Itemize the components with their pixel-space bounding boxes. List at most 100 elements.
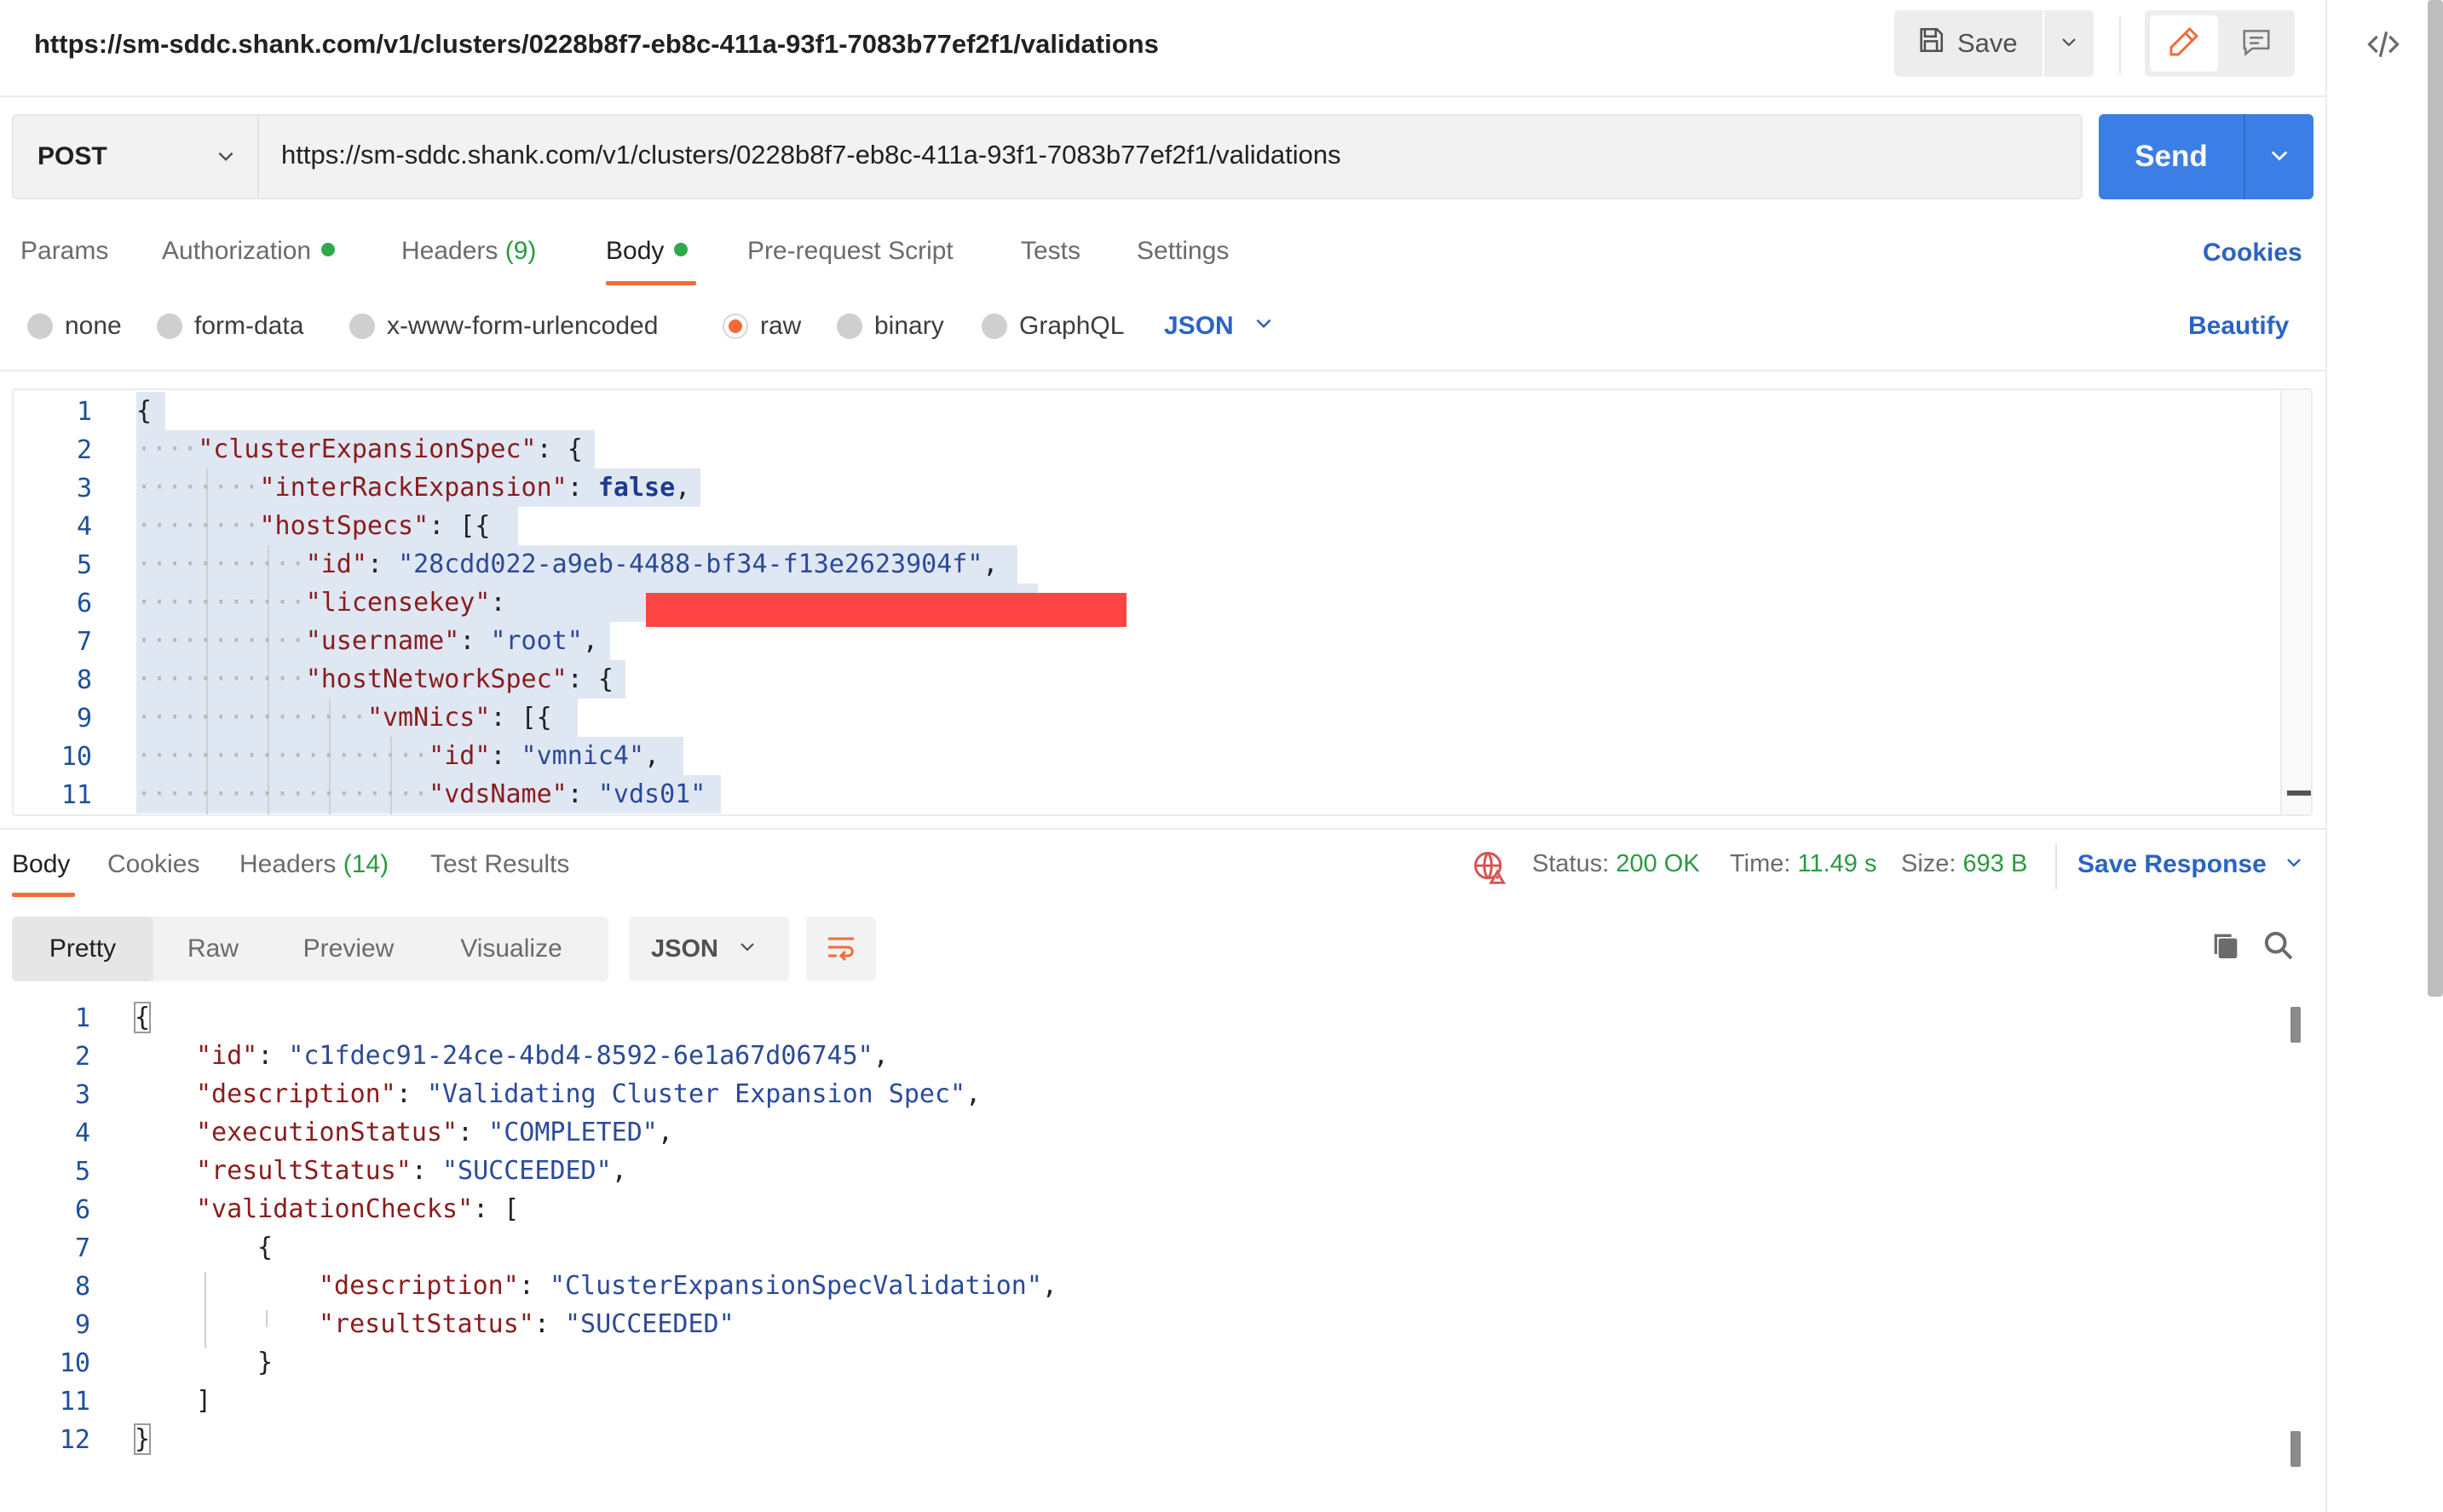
comment-mode-button[interactable]	[2223, 15, 2290, 72]
request-body-editor[interactable]: 1 2 3 4 5 6 7 8 9 10 11 {····"clusterEx…	[12, 388, 2313, 816]
json-string: "Validating Cluster Expansion Spec"	[426, 1079, 966, 1109]
json-key: "validationChecks"	[196, 1194, 474, 1224]
body-language-select[interactable]: JSON	[1164, 312, 1275, 341]
edit-mode-button[interactable]	[2150, 15, 2218, 72]
code-line: "validationChecks": [	[196, 1190, 519, 1228]
tab-headers[interactable]: Headers (9)	[401, 237, 536, 288]
json-token: : {	[567, 664, 614, 694]
tab-settings[interactable]: Settings	[1137, 237, 1229, 288]
code-line: ]	[196, 1382, 211, 1420]
status-dot	[321, 243, 336, 257]
time-value: 11.49 s	[1797, 850, 1877, 877]
copy-icon[interactable]	[2209, 928, 2243, 963]
url-input[interactable]	[281, 140, 2054, 170]
tab-count: (9)	[504, 237, 537, 265]
line-number: 6	[76, 589, 92, 618]
code-line: ···············"vmNics": [{	[136, 699, 552, 737]
json-key: "executionStatus"	[196, 1118, 458, 1147]
request-workspace: https://sm-sddc.shank.com/v1/clusters/02…	[0, 0, 2327, 1512]
response-tab-test-results[interactable]: Test Results	[430, 850, 569, 879]
tab-authorization[interactable]: Authorization	[162, 237, 336, 288]
tab-tests[interactable]: Tests	[1021, 237, 1080, 288]
radio-raw[interactable]: raw	[723, 312, 801, 341]
chevron-down-icon	[2284, 850, 2304, 879]
response-body-viewer[interactable]: 1 2 3 4 5 6 7 8 9 10 11 12 { "id": "c1fd…	[12, 1002, 2313, 1479]
cookies-link[interactable]: Cookies	[2203, 239, 2302, 267]
radio-graphql[interactable]: GraphQL	[982, 312, 1124, 341]
json-token: {	[133, 1002, 152, 1033]
tab-label: Cookies	[107, 850, 200, 878]
tab-params[interactable]: Params	[20, 237, 108, 288]
indent-guide	[266, 1310, 268, 1327]
line-number: 4	[76, 512, 92, 542]
response-size[interactable]: Size: 693 B	[1901, 850, 2027, 878]
json-token: ,	[657, 1118, 673, 1147]
whitespace-dots: ········	[136, 473, 260, 503]
tab-label: Test Results	[430, 850, 570, 878]
send-dropdown-button[interactable]	[2245, 114, 2313, 199]
json-string: "ClusterExpansionSpecValidation"	[549, 1271, 1042, 1301]
json-key: "description"	[319, 1271, 519, 1301]
globe-warning-icon[interactable]	[1471, 848, 1508, 886]
whitespace-dots: ···········	[136, 664, 306, 694]
response-tab-headers[interactable]: Headers (14)	[239, 850, 389, 879]
json-token: }	[257, 1348, 274, 1377]
scrollbar-thumb[interactable]	[2287, 790, 2311, 796]
json-key: "id"	[429, 741, 491, 771]
response-divider[interactable]	[0, 828, 2327, 830]
code-snippet-icon[interactable]	[2359, 26, 2407, 63]
page-scrollbar[interactable]	[2428, 0, 2443, 997]
radio-none[interactable]: none	[27, 312, 122, 341]
radio-circle-selected	[723, 313, 748, 339]
search-icon[interactable]	[2262, 928, 2296, 963]
response-language-select[interactable]: JSON	[629, 917, 789, 981]
request-title[interactable]: https://sm-sddc.shank.com/v1/clusters/02…	[34, 29, 1159, 60]
view-pretty-button[interactable]: Pretty	[12, 917, 153, 981]
line-number: 4	[74, 1118, 90, 1148]
postman-app: https://sm-sddc.shank.com/v1/clusters/02…	[0, 0, 2443, 1512]
tab-pre-request-script[interactable]: Pre-request Script	[747, 237, 954, 288]
radio-binary[interactable]: binary	[837, 312, 944, 341]
json-token: {	[257, 1233, 274, 1262]
scrollbar-marker-top[interactable]	[2290, 1007, 2301, 1043]
scrollbar-marker-bottom[interactable]	[2290, 1431, 2301, 1467]
save-button[interactable]: Save	[1894, 10, 2043, 77]
view-preview-button[interactable]: Preview	[273, 917, 424, 981]
wrap-lines-button[interactable]	[806, 917, 876, 981]
response-time[interactable]: Time: 11.49 s	[1730, 850, 1876, 878]
code-line: "resultStatus": "SUCCEEDED"	[319, 1305, 735, 1343]
json-string: "SUCCEEDED"	[442, 1156, 612, 1186]
radio-x-www-form-urlencoded[interactable]: x-www-form-urlencoded	[349, 312, 658, 341]
code-line: ···········"licensekey":	[136, 584, 521, 622]
response-scrollbar[interactable]	[2290, 1007, 2302, 1467]
method-select[interactable]: POST	[14, 116, 259, 198]
line-number: 2	[76, 435, 92, 465]
beautify-button[interactable]: Beautify	[2188, 312, 2289, 341]
view-raw-button[interactable]: Raw	[153, 917, 273, 981]
code-line: ···········"username": "root",	[136, 622, 598, 660]
json-token: ,	[644, 741, 660, 771]
send-button[interactable]: Send	[2099, 114, 2244, 199]
view-visualize-button[interactable]: Visualize	[424, 917, 598, 981]
response-tab-cookies[interactable]: Cookies	[107, 850, 199, 879]
response-tab-body[interactable]: Body	[12, 850, 70, 879]
json-token: ,	[582, 626, 598, 656]
code-line: ···················"id": "vmnic4",	[136, 737, 660, 775]
line-number: 3	[76, 474, 92, 503]
json-token: :	[533, 1309, 565, 1339]
tab-label: Headers	[401, 237, 498, 265]
json-token: :	[257, 1041, 289, 1071]
json-token: : [	[473, 1194, 520, 1224]
save-response-button[interactable]: Save Response	[2077, 850, 2304, 879]
save-dropdown-button[interactable]	[2044, 10, 2094, 77]
section-divider	[0, 370, 2327, 371]
radio-circle	[157, 313, 182, 339]
line-number: 9	[76, 704, 92, 733]
radio-form-data[interactable]: form-data	[157, 312, 303, 341]
json-token: :	[518, 1271, 550, 1301]
header-divider	[2119, 17, 2121, 73]
response-status: Status: 200 OK	[1532, 850, 1700, 878]
editor-scrollbar[interactable]	[2280, 390, 2311, 814]
json-token: ,	[873, 1041, 889, 1071]
tab-body[interactable]: Body	[606, 237, 689, 288]
